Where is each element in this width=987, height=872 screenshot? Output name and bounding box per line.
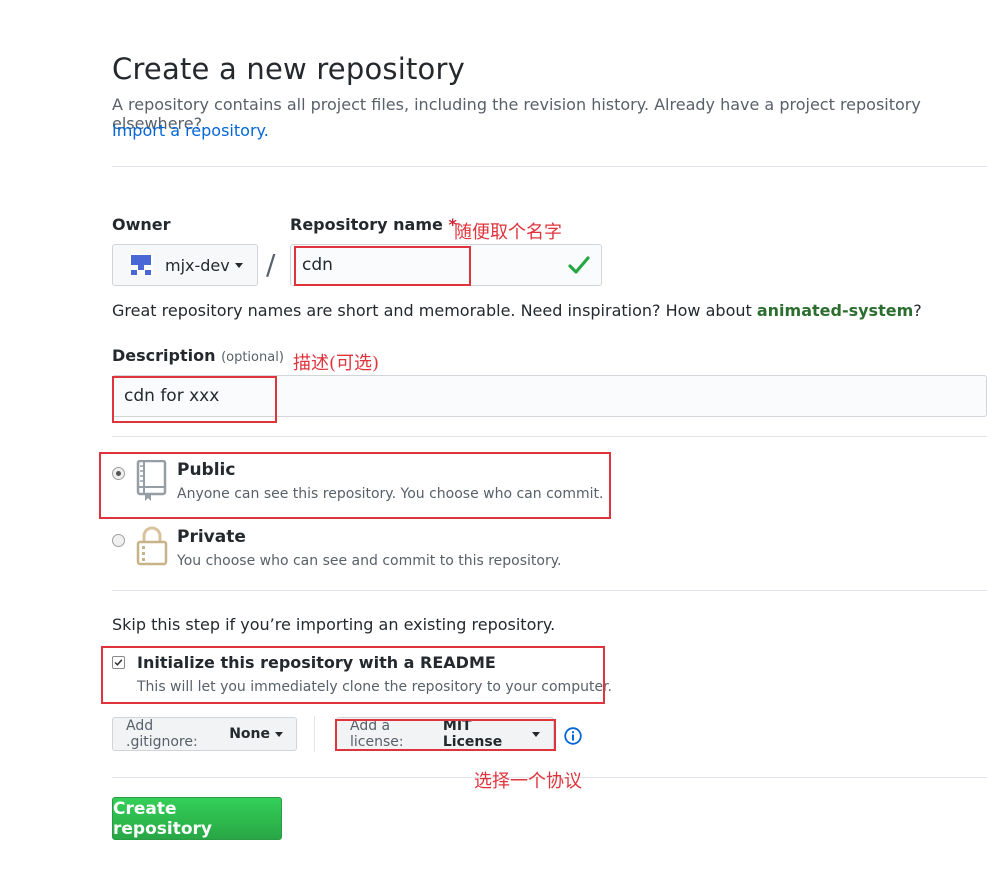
suggested-name-link[interactable]: animated-system <box>757 301 913 320</box>
description-label: Description (optional) <box>112 346 284 365</box>
divider <box>112 166 987 167</box>
valid-check-icon <box>568 256 590 274</box>
divider <box>314 716 315 752</box>
license-prefix: Add a license: <box>350 718 404 750</box>
create-repository-button[interactable]: Create repository <box>112 797 282 840</box>
description-input[interactable]: cdn for xxx <box>112 375 987 417</box>
description-value: cdn for xxx <box>124 386 220 406</box>
chevron-down-icon <box>275 731 283 737</box>
repo-name-hint: Great repository names are short and mem… <box>112 301 922 320</box>
hint-suffix: ? <box>913 301 922 320</box>
divider <box>112 590 987 591</box>
private-radio[interactable] <box>112 534 125 547</box>
owner-avatar-icon <box>129 254 153 276</box>
license-select[interactable]: Add a license: MIT License <box>336 717 554 751</box>
repo-book-icon <box>136 460 167 501</box>
gitignore-select[interactable]: Add .gitignore: None <box>112 717 297 751</box>
page-title: Create a new repository <box>112 52 465 86</box>
public-radio[interactable] <box>112 467 125 480</box>
readme-note: This will let you immediately clone the … <box>137 679 612 695</box>
owner-repo-separator: / <box>266 248 276 281</box>
private-option-note: You choose who can see and commit to thi… <box>177 553 562 569</box>
repo-name-label-text: Repository name <box>290 215 443 234</box>
info-icon[interactable] <box>564 727 582 745</box>
license-value: MIT License <box>442 718 503 750</box>
chevron-down-icon <box>234 262 243 268</box>
private-option-title: Private <box>177 527 246 547</box>
owner-label: Owner <box>112 215 171 234</box>
repo-name-value: cdn <box>302 255 333 275</box>
owner-value: mjx-dev <box>165 255 230 275</box>
public-option-title: Public <box>177 460 236 480</box>
annotation-license: 选择一个协议 <box>474 771 582 792</box>
public-option-note: Anyone can see this repository. You choo… <box>177 486 604 502</box>
repo-name-label: Repository name * <box>290 215 457 234</box>
gitignore-prefix: Add .gitignore: <box>126 718 198 750</box>
lock-icon <box>136 526 168 566</box>
hint-prefix: Great repository names are short and mem… <box>112 301 757 320</box>
annotation-description: 描述(可选) <box>293 353 380 374</box>
import-repository-link[interactable]: Import a repository. <box>112 121 269 140</box>
repo-name-input[interactable]: cdn <box>290 244 602 286</box>
annotation-repo-name: 随便取个名字 <box>454 222 562 243</box>
skip-step-text: Skip this step if you’re importing an ex… <box>112 615 556 634</box>
optional-tag: (optional) <box>221 350 284 365</box>
owner-select[interactable]: mjx-dev <box>112 244 258 286</box>
divider <box>112 436 987 437</box>
readme-checkbox[interactable] <box>112 656 125 669</box>
gitignore-value: None <box>229 726 270 742</box>
chevron-down-icon <box>532 731 540 737</box>
description-label-text: Description <box>112 346 216 365</box>
readme-title: Initialize this repository with a README <box>137 653 496 672</box>
